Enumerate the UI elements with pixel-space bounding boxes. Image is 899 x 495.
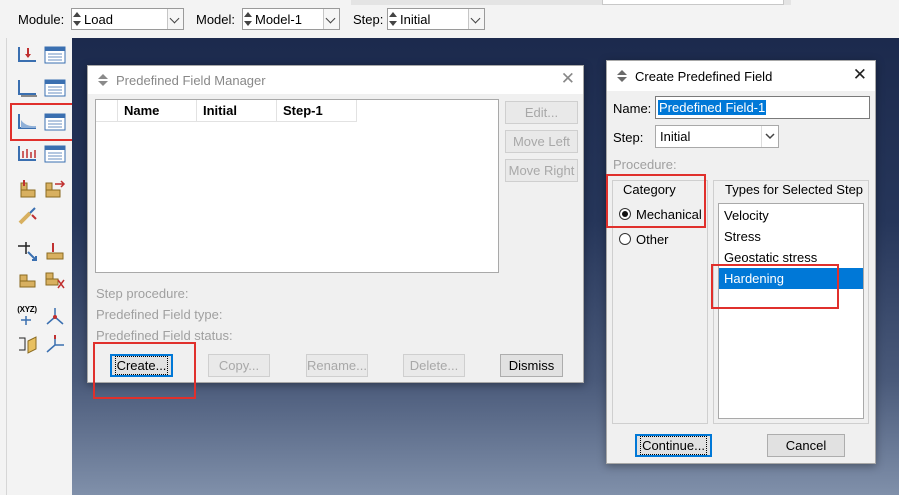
create-button[interactable]: Create... (110, 354, 173, 377)
chevron-down-icon[interactable] (761, 126, 778, 147)
manager-title-bar[interactable]: Predefined Field Manager ✕ (88, 66, 583, 94)
continue-button-label: Continue... (640, 436, 707, 455)
create-reference-point-icon[interactable] (16, 240, 40, 262)
create-datum-icon[interactable] (43, 240, 67, 262)
continue-button[interactable]: Continue... (635, 434, 712, 457)
toolbar-strip-box (602, 0, 784, 5)
datum-plane-icon[interactable] (16, 333, 40, 355)
create-amplitude-icon[interactable] (16, 178, 40, 200)
coordinate-tool-label: (XYZ) (17, 305, 37, 314)
bc-manager-icon[interactable] (43, 77, 67, 99)
name-input[interactable]: Predefined Field-1 (655, 96, 870, 119)
load-manager-icon[interactable] (43, 44, 67, 66)
spin-arrows-icon (244, 12, 252, 26)
rename-button[interactable]: Rename... (306, 354, 368, 377)
model-combo[interactable]: Model-1 (242, 8, 340, 30)
step-procedure-label: Step procedure: (96, 286, 189, 301)
model-value: Model-1 (255, 12, 302, 27)
delete-button[interactable]: Delete... (403, 354, 465, 377)
column-header-initial[interactable]: Initial (197, 100, 277, 122)
type-item-hardening[interactable]: Hardening (719, 268, 863, 289)
create-load-case-icon[interactable] (16, 143, 40, 165)
module-label: Module: (18, 12, 65, 27)
spin-arrows-icon (389, 12, 397, 26)
field-type-label: Predefined Field type: (96, 307, 223, 322)
close-icon[interactable]: ✕ (853, 65, 867, 85)
module-toolbox (0, 38, 73, 495)
step-value: Initial (400, 12, 431, 27)
datum-csys-icon[interactable] (43, 333, 67, 355)
step-label: Step: (353, 12, 384, 27)
predefined-field-manager-icon[interactable] (43, 111, 67, 133)
abaqus-logo-icon (97, 74, 109, 86)
chevron-down-icon[interactable] (468, 9, 484, 29)
type-item-velocity[interactable]: Velocity (719, 205, 863, 226)
chevron-down-icon[interactable] (167, 9, 183, 29)
module-combo[interactable]: Load (71, 8, 184, 30)
datum-axis-icon[interactable] (43, 305, 67, 327)
create-load-icon[interactable] (16, 44, 40, 66)
load-case-manager-icon[interactable] (43, 143, 67, 165)
module-value: Load (84, 12, 113, 27)
table-header-blank (96, 100, 118, 122)
coordinate-system-icon[interactable]: (XYZ) (14, 305, 40, 331)
predefined-field-table[interactable]: Name Initial Step-1 (95, 99, 499, 273)
radio-other[interactable] (619, 233, 631, 245)
types-list[interactable]: Velocity Stress Geostatic stress Hardeni… (718, 203, 864, 419)
chevron-down-icon[interactable] (323, 9, 339, 29)
close-icon[interactable]: ✕ (561, 69, 575, 89)
amplitude-manager-icon[interactable] (43, 178, 67, 200)
context-toolbar: Module: Load Model: Model-1 Step: Initia… (0, 0, 899, 39)
column-header-name[interactable]: Name (118, 100, 197, 122)
category-mechanical-label[interactable]: Mechanical (636, 207, 702, 222)
create-title-bar[interactable]: Create Predefined Field ✕ (607, 61, 875, 91)
edit-button[interactable]: Edit... (505, 101, 578, 124)
create-connector-icon[interactable] (43, 268, 67, 290)
abaqus-logo-icon (616, 70, 628, 82)
manager-title: Predefined Field Manager (116, 73, 266, 88)
step-select[interactable]: Initial (655, 125, 779, 148)
step-select-label: Step: (613, 130, 644, 145)
spin-arrows-icon (73, 12, 81, 26)
create-button-label: Create... (114, 356, 169, 375)
model-label: Model: (196, 12, 236, 27)
field-status-label: Predefined Field status: (96, 328, 233, 343)
radio-mechanical[interactable] (619, 208, 631, 220)
category-other-label[interactable]: Other (636, 232, 669, 247)
create-predefined-field-icon[interactable] (16, 111, 40, 133)
create-special-icon[interactable] (16, 205, 40, 227)
create-dialog-title: Create Predefined Field (635, 69, 773, 84)
create-bc-icon[interactable] (16, 77, 40, 99)
cancel-button[interactable]: Cancel (767, 434, 845, 457)
toolbox-divider (6, 38, 7, 495)
step-combo[interactable]: Initial (387, 8, 485, 30)
step-select-value: Initial (660, 129, 691, 144)
create-coupling-icon[interactable] (16, 268, 40, 290)
procedure-label: Procedure: (613, 157, 677, 172)
column-header-step-1[interactable]: Step-1 (277, 100, 357, 122)
copy-button[interactable]: Copy... (208, 354, 270, 377)
types-title: Types for Selected Step (723, 182, 866, 197)
category-title: Category (621, 182, 678, 197)
name-label: Name: (613, 101, 652, 116)
type-item-geostatic-stress[interactable]: Geostatic stress (719, 247, 863, 268)
name-value: Predefined Field-1 (658, 100, 767, 115)
dismiss-button[interactable]: Dismiss (500, 354, 563, 377)
move-right-button[interactable]: Move Right (505, 159, 578, 182)
type-item-stress[interactable]: Stress (719, 226, 863, 247)
move-left-button[interactable]: Move Left (505, 130, 578, 153)
